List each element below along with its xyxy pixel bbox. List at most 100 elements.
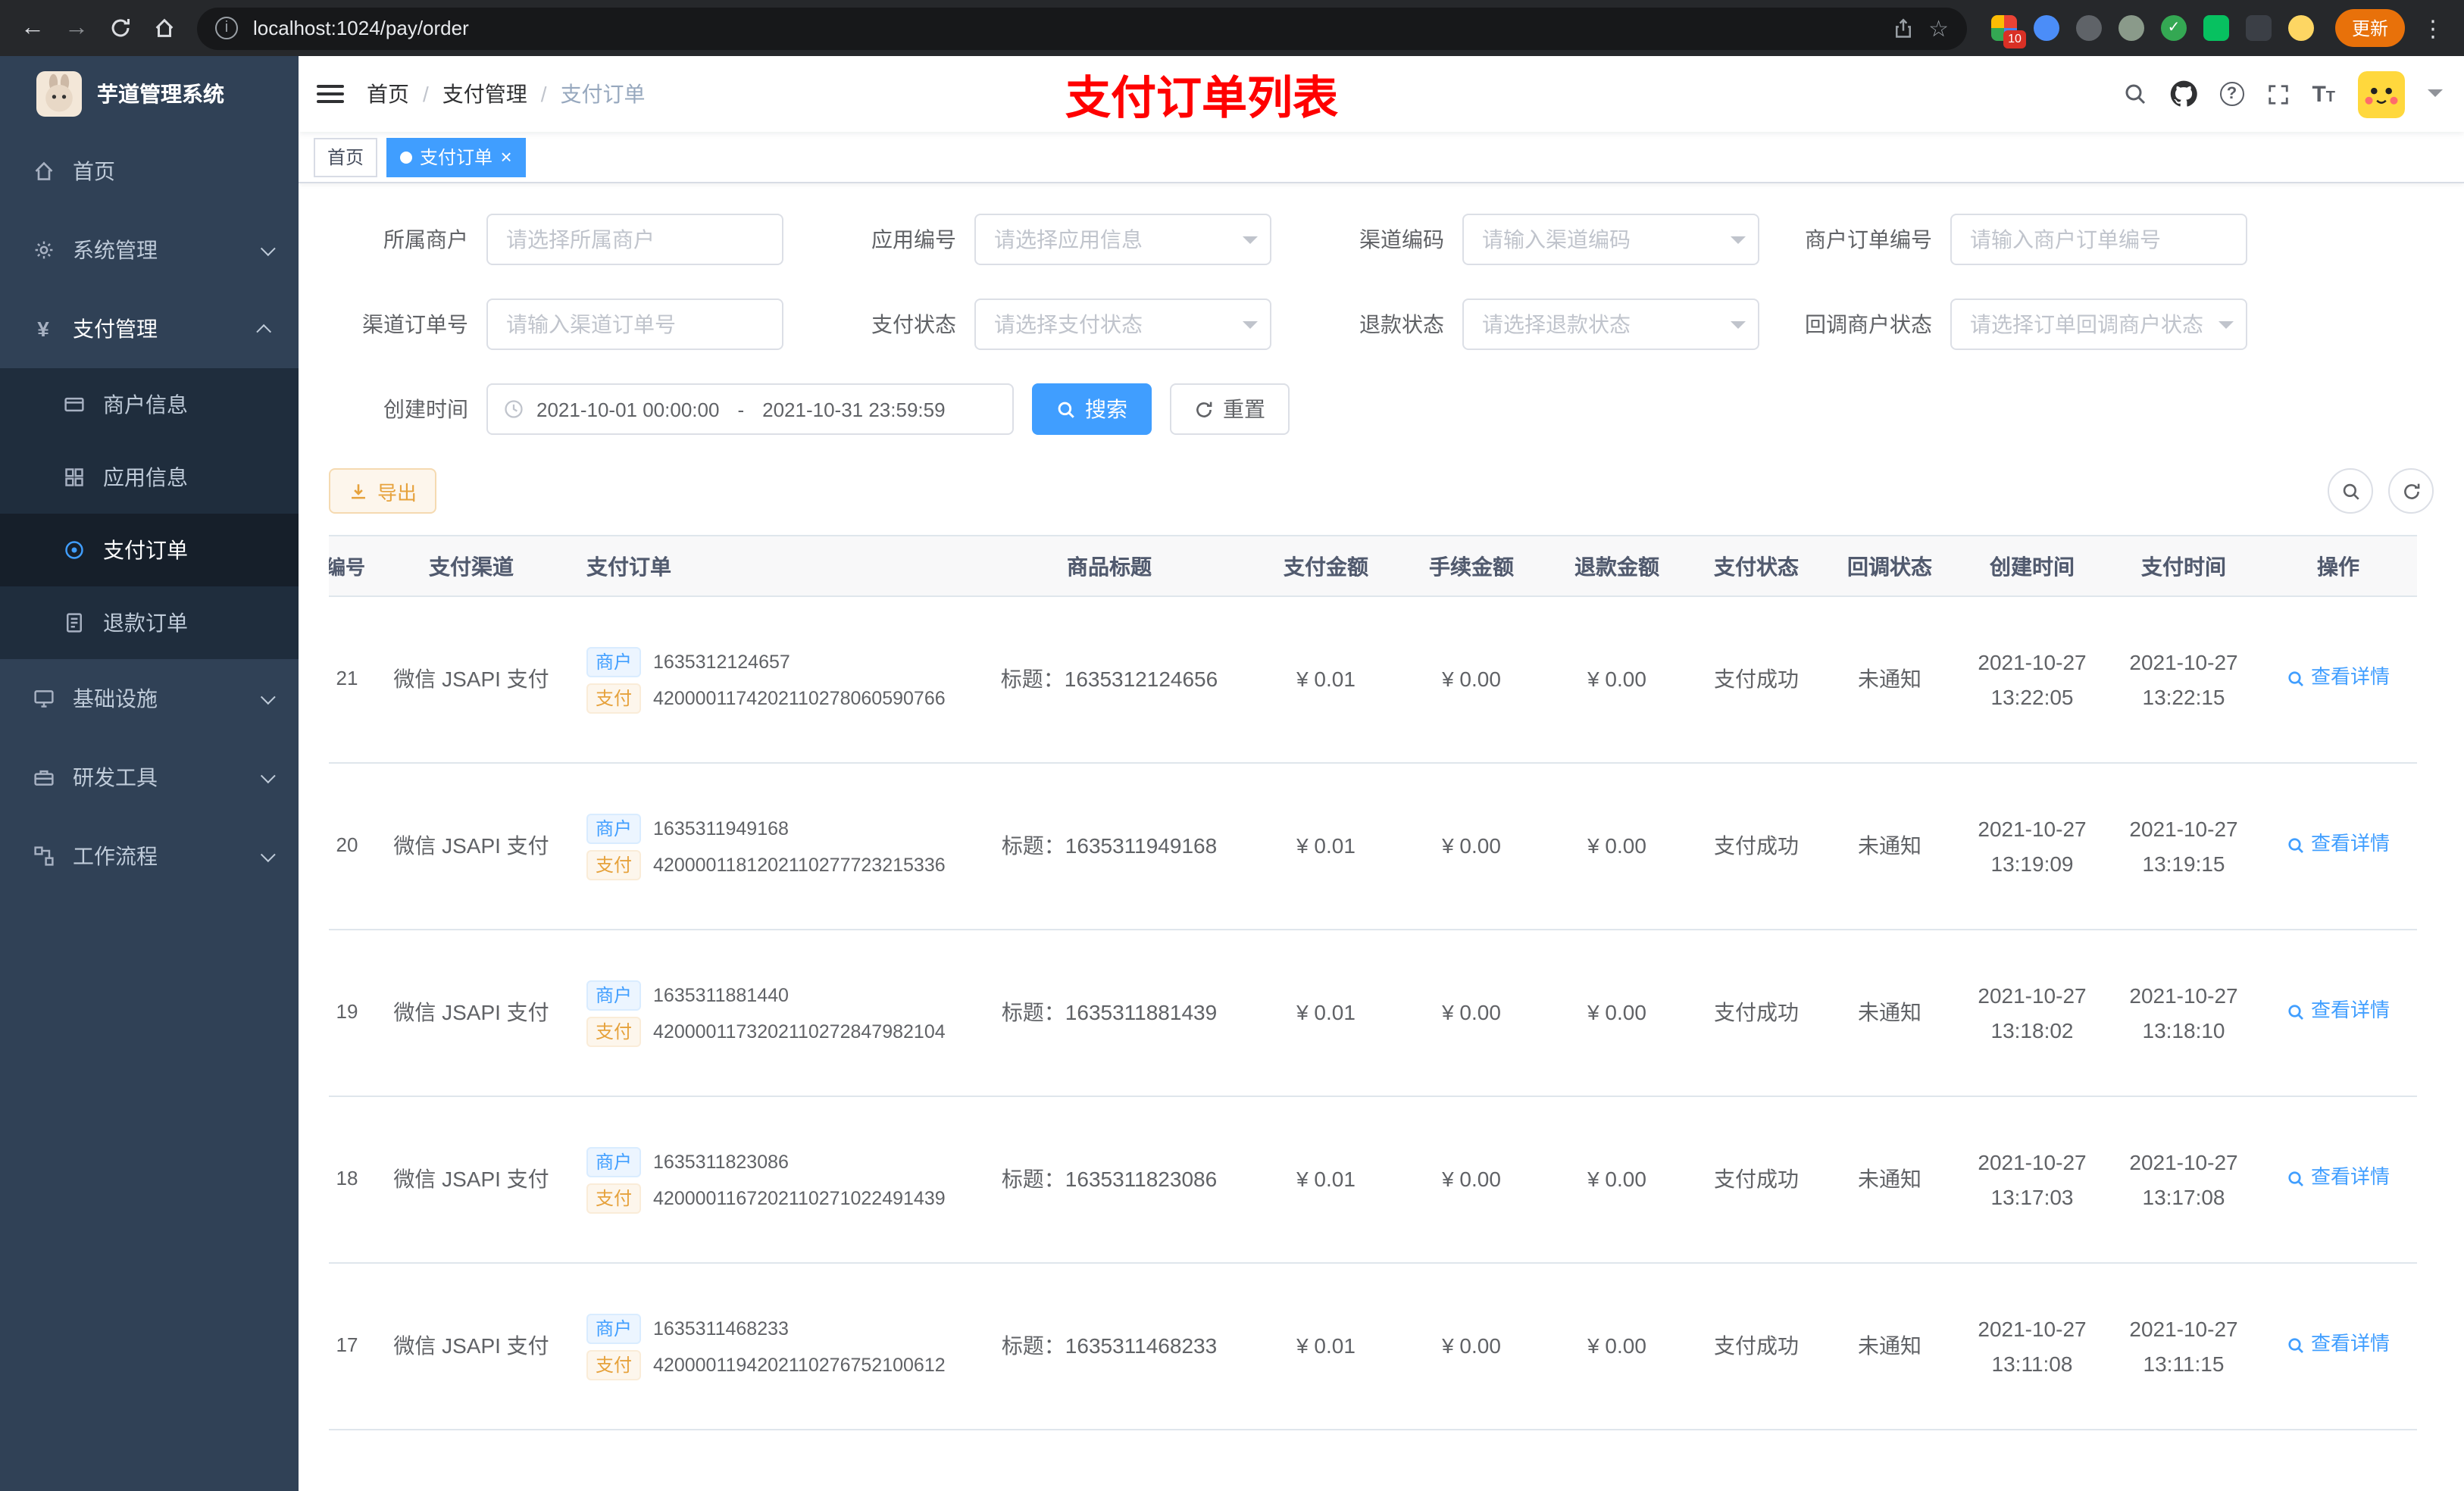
order-id: 17 — [336, 1333, 358, 1357]
notify-status-input[interactable] — [1950, 299, 2247, 350]
table-row[interactable]: 20 微信 JSAPI 支付 商户 1635311949168 支付 4200001… — [329, 763, 2417, 930]
forward-icon[interactable]: → — [56, 8, 97, 48]
date-range-picker[interactable]: 2021-10-01 00:00:00 - 2021-10-31 23:59:5… — [486, 383, 1014, 435]
breadcrumb-separator: / — [540, 82, 547, 106]
view-detail-label: 查看详情 — [2310, 1332, 2390, 1355]
sidebar-item-home[interactable]: 首页 — [0, 132, 299, 211]
sidebar-item-system[interactable]: 系统管理 — [0, 211, 299, 289]
sidebar-item-pay-order[interactable]: 支付订单 — [0, 514, 299, 586]
flow-icon — [30, 846, 56, 867]
sidebar-item-infra[interactable]: 基础设施 — [0, 659, 299, 738]
merchant-select-input[interactable] — [486, 214, 783, 265]
url-bar[interactable]: i localhost:1024/pay/order ☆ — [197, 7, 1967, 49]
view-detail-label: 查看详情 — [2310, 832, 2390, 855]
extension-icon-7[interactable] — [2245, 15, 2272, 41]
sidebar-item-refund-order[interactable]: 退款订单 — [0, 586, 299, 659]
sidebar-item-merchant-info[interactable]: 商户信息 — [0, 368, 299, 441]
chevron-down-icon — [260, 846, 276, 862]
pay-status: 支付成功 — [1714, 667, 1799, 692]
user-avatar[interactable] — [2358, 70, 2405, 117]
sidebar-item-devtools[interactable]: 研发工具 — [0, 738, 299, 817]
breadcrumb-home[interactable]: 首页 — [367, 79, 409, 109]
channel-code-input[interactable] — [1462, 214, 1759, 265]
sidebar-item-app-info[interactable]: 应用信息 — [0, 441, 299, 514]
pay-status-input[interactable] — [974, 299, 1271, 350]
pay-tag: 支付 — [586, 683, 642, 713]
toggle-search-icon[interactable] — [2328, 468, 2373, 514]
table-row[interactable]: 17 微信 JSAPI 支付 商户 1635311468233 支付 4200001… — [329, 1263, 2417, 1430]
tab-home[interactable]: 首页 — [314, 137, 378, 177]
close-icon[interactable]: × — [500, 147, 511, 167]
sidebar-item-workflow[interactable]: 工作流程 — [0, 817, 299, 896]
font-size-icon[interactable]: TT — [2312, 81, 2335, 107]
chevron-down-icon[interactable] — [2428, 89, 2443, 105]
extension-icon-4[interactable] — [2118, 15, 2144, 41]
pay-channel: 微信 JSAPI 支付 — [393, 833, 549, 858]
home-icon[interactable] — [144, 8, 185, 48]
search-button[interactable]: 搜索 — [1032, 383, 1152, 435]
notify-status-select[interactable] — [1950, 299, 2247, 350]
chrome-update-button[interactable]: 更新 — [2334, 9, 2405, 47]
share-icon[interactable] — [1892, 17, 1913, 39]
view-detail-link[interactable]: 查看详情 — [2287, 996, 2390, 1027]
time-icon — [503, 399, 524, 420]
view-detail-link[interactable]: 查看详情 — [2287, 1162, 2390, 1194]
channel-code-select[interactable] — [1462, 214, 1759, 265]
extension-icon-8[interactable] — [2287, 15, 2314, 41]
col-actions: 操作 — [2259, 535, 2417, 597]
tab-pay-order[interactable]: 支付订单 × — [386, 137, 526, 177]
export-button[interactable]: 导出 — [329, 468, 437, 514]
extension-icon-5[interactable]: ✓ — [2160, 15, 2187, 41]
pay-status: 支付成功 — [1714, 1167, 1799, 1192]
merchant-order-no: 1635312124657 — [653, 651, 790, 672]
hamburger-icon[interactable] — [317, 85, 344, 103]
reset-button[interactable]: 重置 — [1170, 383, 1290, 435]
view-detail-link[interactable]: 查看详情 — [2287, 1329, 2390, 1361]
refresh-icon[interactable] — [2388, 468, 2434, 514]
app-select-input[interactable] — [974, 214, 1271, 265]
app-select[interactable] — [974, 214, 1271, 265]
refund-status-select[interactable] — [1462, 299, 1759, 350]
table-row-partial[interactable]: 商户1635311457136 — [329, 1430, 2417, 1491]
extension-icon-3[interactable] — [2075, 15, 2102, 41]
refund-status-input[interactable] — [1462, 299, 1759, 350]
fullscreen-icon[interactable] — [2266, 83, 2289, 105]
pay-status: 支付成功 — [1714, 1333, 1799, 1358]
table-row[interactable]: 19 微信 JSAPI 支付 商户 1635311881440 支付 4200001… — [329, 930, 2417, 1097]
notify-status: 未通知 — [1858, 1333, 1921, 1358]
github-icon[interactable] — [2169, 80, 2197, 108]
browser-menu-icon[interactable]: ⋮ — [2414, 14, 2452, 42]
merchant-order-no: 1635311949168 — [653, 817, 789, 839]
merchant-select[interactable] — [486, 214, 783, 265]
channel-order-no-field[interactable] — [486, 299, 783, 350]
view-detail-link[interactable]: 查看详情 — [2287, 829, 2390, 861]
pay-amount: ¥ 0.01 — [1296, 1333, 1356, 1358]
extension-icon-6[interactable] — [2203, 15, 2229, 41]
table-row[interactable]: 21 微信 JSAPI 支付 商户 1635312124657 支付 4200001… — [329, 596, 2417, 764]
view-detail-label: 查看详情 — [2310, 665, 2390, 689]
reload-icon[interactable] — [100, 8, 141, 48]
filter-channel-code: 渠道编码 — [1305, 214, 1793, 265]
col-pay-amount: 支付金额 — [1253, 535, 1399, 597]
view-detail-label: 查看详情 — [2310, 1165, 2390, 1189]
extension-icon-1[interactable]: 10 — [1990, 15, 2026, 48]
merchant-order-no-field[interactable] — [1950, 214, 2247, 265]
app-logo-row[interactable]: 芋道管理系统 — [0, 56, 299, 132]
help-icon[interactable]: ? — [2219, 82, 2244, 106]
sidebar-item-payment[interactable]: ¥ 支付管理 — [0, 289, 299, 368]
table-row[interactable]: 18 微信 JSAPI 支付 商户 1635311823086 支付 4200001… — [329, 1096, 2417, 1264]
channel-order-no-input[interactable] — [486, 299, 783, 350]
toolbox-icon — [30, 767, 56, 788]
back-icon[interactable]: ← — [12, 8, 53, 48]
merchant-order-no-input[interactable] — [1950, 214, 2247, 265]
search-icon[interactable] — [2122, 82, 2147, 106]
font-size-small-glyph: T — [2325, 89, 2335, 105]
page-content: 所属商户 应用编号 渠道编码 — [299, 183, 2464, 1491]
extension-icon-2[interactable] — [2033, 15, 2059, 41]
bookmark-star-icon[interactable]: ☆ — [1928, 14, 1949, 42]
view-detail-link[interactable]: 查看详情 — [2287, 662, 2390, 694]
pay-status-select[interactable] — [974, 299, 1271, 350]
info-icon[interactable]: i — [215, 17, 238, 39]
goods-title: 标题：1635311949168 — [1001, 833, 1218, 858]
breadcrumb-pay-mgmt[interactable]: 支付管理 — [442, 79, 527, 109]
